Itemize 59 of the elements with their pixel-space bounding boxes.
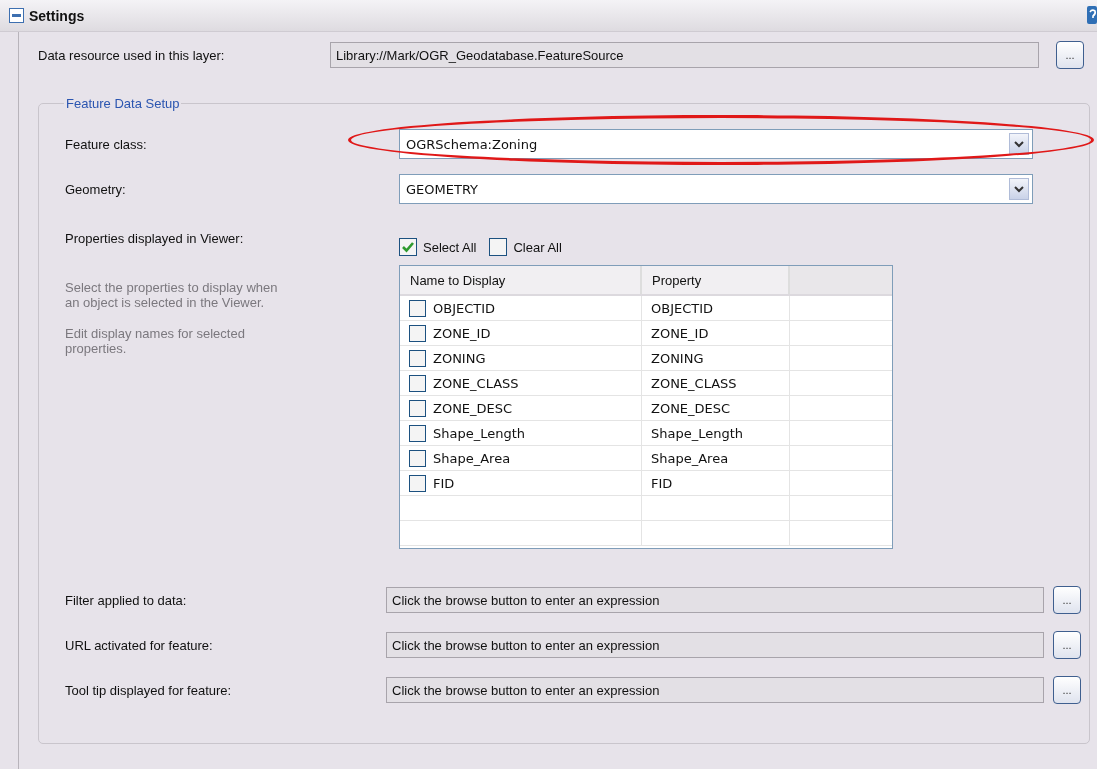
- table-cell[interactable]: Shape_Area: [433, 450, 511, 466]
- section-title: Settings: [29, 7, 85, 24]
- feature-class-dropdown[interactable]: OGRSchema:Zoning: [399, 129, 1033, 159]
- table-cell: ZONE_ID: [651, 325, 709, 341]
- table-row[interactable]: ZONE_ID ZONE_ID: [400, 321, 892, 346]
- collapse-icon[interactable]: [9, 8, 24, 23]
- row-checkbox[interactable]: [409, 349, 426, 367]
- geometry-dropdown[interactable]: GEOMETRY: [399, 174, 1033, 204]
- field-label: URL activated for feature:: [65, 637, 214, 653]
- field-label: Filter applied to data:: [65, 592, 188, 608]
- field-label: Data resource used in this layer:: [38, 47, 226, 63]
- field-label: Feature class:: [65, 136, 148, 152]
- table-cell[interactable]: ZONE_CLASS: [433, 375, 519, 391]
- browse-button[interactable]: ...: [1056, 41, 1084, 69]
- table-cell[interactable]: FID: [433, 475, 455, 491]
- expression-field[interactable]: Click the browse button to enter an expression: [386, 677, 1044, 703]
- row-checkbox[interactable]: [409, 324, 426, 342]
- row-checkbox[interactable]: [409, 399, 426, 417]
- table-cell[interactable]: ZONING: [433, 350, 486, 366]
- browse-button[interactable]: ...: [1053, 676, 1081, 704]
- row-checkbox[interactable]: [409, 299, 426, 317]
- table-row[interactable]: Shape_Area Shape_Area: [400, 446, 892, 471]
- table-cell[interactable]: Shape_Length: [433, 425, 526, 441]
- table-cell: ZONE_CLASS: [651, 375, 737, 391]
- group-title: Feature Data Setup: [65, 96, 181, 111]
- table-row[interactable]: FID FID: [400, 471, 892, 496]
- table-cell: ZONING: [651, 350, 704, 366]
- field-label: Properties displayed in Viewer:: [65, 231, 245, 246]
- table-cell[interactable]: ZONE_DESC: [433, 400, 513, 416]
- table-cell: Shape_Length: [651, 425, 744, 441]
- table-cell: FID: [651, 475, 673, 491]
- row-checkbox[interactable]: [409, 374, 426, 392]
- browse-button[interactable]: ...: [1053, 631, 1081, 659]
- checkmark-icon: [401, 241, 415, 253]
- browse-button[interactable]: ...: [1053, 586, 1081, 614]
- table-cell[interactable]: ZONE_ID: [433, 325, 491, 341]
- table-cell: OBJECTID: [651, 300, 714, 316]
- hint-text: Select the properties to display when an object is selected in the Viewer.: [65, 280, 279, 310]
- table-cell[interactable]: OBJECTID: [433, 300, 496, 316]
- table-row[interactable]: ZONING ZONING: [400, 346, 892, 371]
- select-all-checkbox[interactable]: Select All: [399, 238, 477, 256]
- table-row[interactable]: Shape_Length Shape_Length: [400, 421, 892, 446]
- field-label: Tool tip displayed for feature:: [65, 682, 233, 698]
- resource-field[interactable]: Library://Mark/OGR_Geodatabase.FeatureSource: [330, 42, 1039, 68]
- hint-text: Edit display names for selected properties.: [65, 326, 246, 356]
- row-checkbox[interactable]: [409, 474, 426, 492]
- table-row[interactable]: ZONE_DESC ZONE_DESC: [400, 396, 892, 421]
- table-row[interactable]: OBJECTID OBJECTID: [400, 296, 892, 321]
- row-checkbox[interactable]: [409, 449, 426, 467]
- field-label: Geometry:: [65, 181, 127, 197]
- table-cell: ZONE_DESC: [651, 400, 731, 416]
- table-cell: Shape_Area: [651, 450, 729, 466]
- expression-field[interactable]: Click the browse button to enter an expression: [386, 632, 1044, 658]
- row-checkbox[interactable]: [409, 424, 426, 442]
- clear-all-checkbox[interactable]: Clear All: [489, 238, 562, 256]
- help-icon[interactable]: [1087, 6, 1097, 24]
- column-header[interactable]: Name to Display: [400, 266, 642, 294]
- table-row[interactable]: ZONE_CLASS ZONE_CLASS: [400, 371, 892, 396]
- expression-field[interactable]: Click the browse button to enter an expression: [386, 587, 1044, 613]
